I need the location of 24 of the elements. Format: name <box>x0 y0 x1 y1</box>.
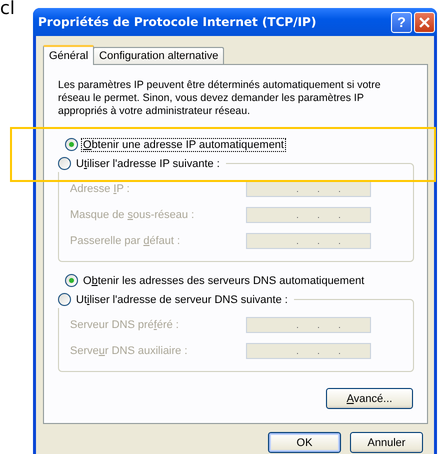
radio-label[interactable]: Utiliser l'adresse IP suivante : <box>74 156 222 170</box>
help-button[interactable]: ? <box>391 12 412 32</box>
radio-label[interactable]: Obtenir une adresse IP automatiquement <box>81 138 286 152</box>
close-icon <box>419 16 430 28</box>
dialog-button[interactable]: OK <box>268 432 341 453</box>
radio-button[interactable] <box>65 138 78 151</box>
radio-label[interactable]: Obtenir les adresses des serveurs DNS automatiquement <box>81 274 366 288</box>
field-label: Passerelle par défaut : <box>70 235 182 247</box>
advanced-button[interactable]: Avancé... <box>326 388 413 409</box>
radio-button[interactable] <box>65 274 78 287</box>
dialog-button[interactable]: Annuler <box>350 432 423 453</box>
field-label: Serveur DNS préféré : <box>70 319 180 331</box>
description-text: Les paramètres IP peuvent être déterminés automatiquement si votre réseau le permet. Sinon, vous devez demander les paramètres IP appropriés à votre administrateur réseau. <box>58 79 382 118</box>
tab[interactable]: Général <box>43 45 94 65</box>
field-label: Serveur DNS auxiliaire : <box>70 345 188 357</box>
field-label: Adresse IP : <box>70 183 131 195</box>
close-button[interactable] <box>414 12 435 32</box>
field-label: Masque de sous-réseau : <box>70 209 196 221</box>
window-title: Propriétés de Protocole Internet (TCP/IP) <box>38 15 316 29</box>
radio-button[interactable] <box>58 157 71 170</box>
radio-button[interactable] <box>58 293 71 306</box>
page-text-fragment: cl <box>0 0 16 18</box>
tab[interactable]: Configuration alternative <box>93 47 224 64</box>
radio-label[interactable]: Utiliser l'adresse de serveur DNS suivante : <box>74 292 290 306</box>
